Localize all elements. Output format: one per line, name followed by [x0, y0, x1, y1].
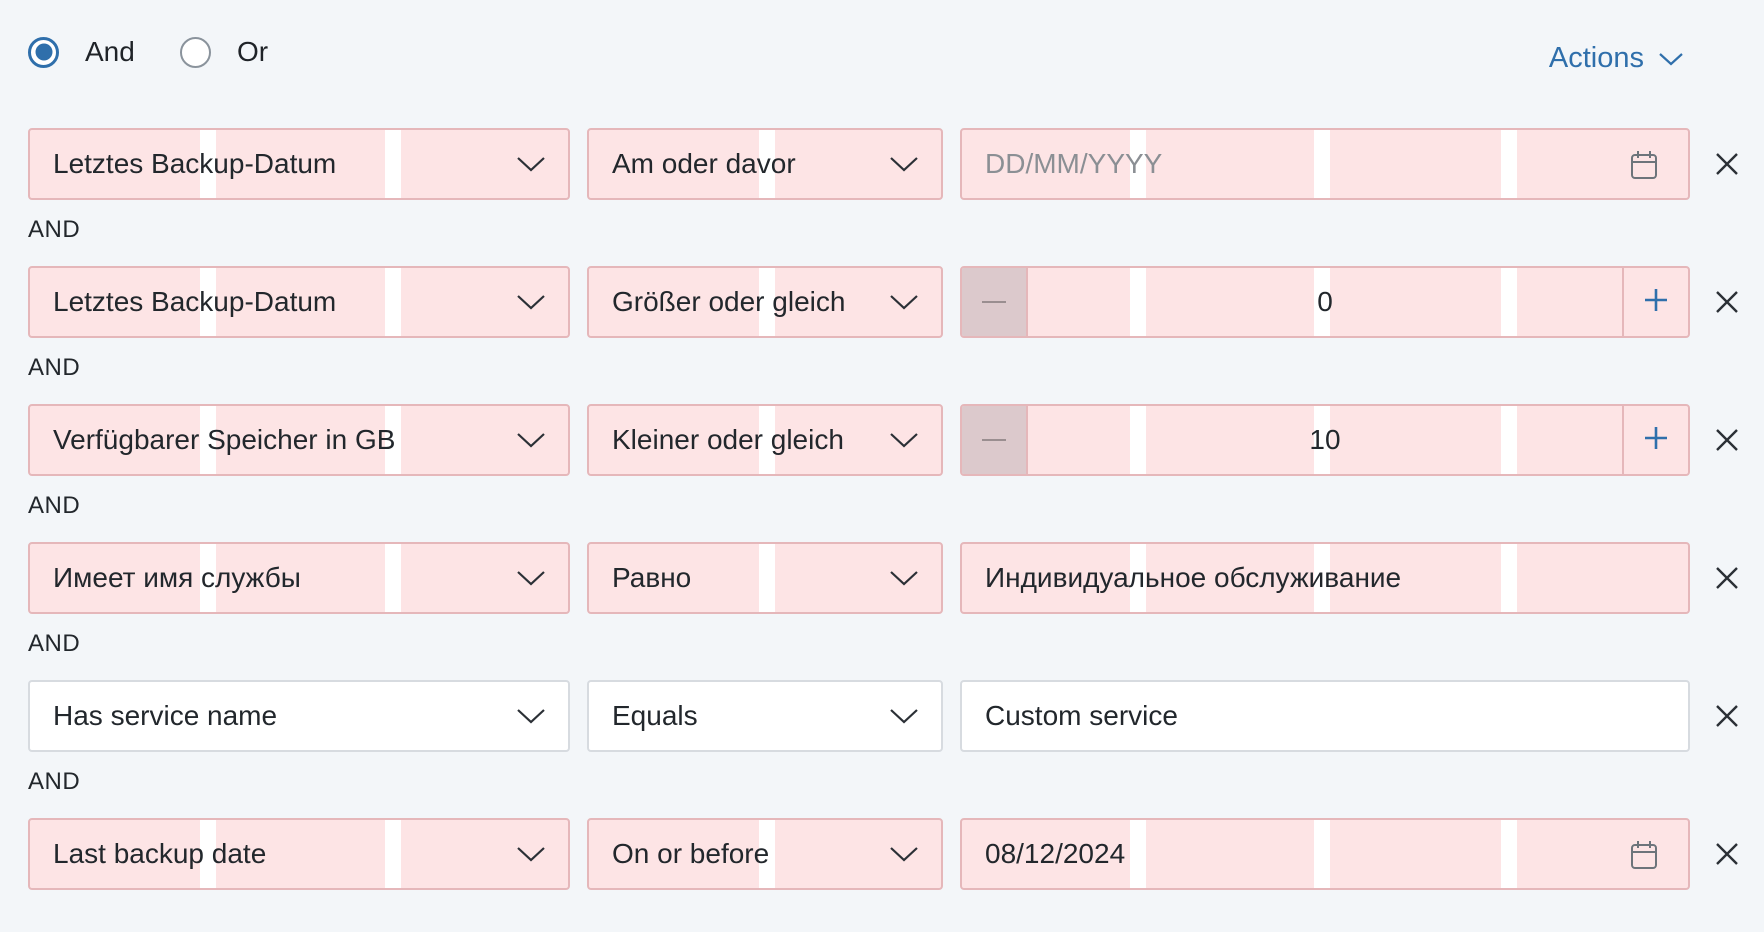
field-select-value: Verfügbarer Speicher in GB: [53, 424, 396, 455]
operator-select[interactable]: Kleiner oder gleich: [587, 404, 943, 476]
number-value[interactable]: 0: [1026, 268, 1624, 336]
field-select-value: Last backup date: [53, 838, 267, 869]
text-value-input[interactable]: Индивидуальное обслуживание: [960, 542, 1690, 614]
operator-select[interactable]: Größer oder gleich: [587, 266, 943, 338]
filter-row: Letztes Backup-Datum Größer oder gleich 0: [28, 266, 1748, 338]
chevron-down-icon: [516, 845, 546, 868]
actions-button[interactable]: Actions: [1549, 42, 1684, 75]
and-connector-label: AND: [28, 492, 81, 519]
actions-label: Actions: [1548, 42, 1644, 74]
plus-icon: [1643, 287, 1669, 318]
chevron-down-icon: [889, 431, 919, 454]
field-select-value: Letztes Backup-Datum: [53, 286, 337, 317]
chevron-down-icon: [889, 155, 919, 178]
radio-or-label: Or: [237, 36, 269, 67]
remove-row-close-icon[interactable]: [1713, 150, 1741, 178]
field-select[interactable]: Verfügbarer Speicher in GB: [28, 404, 570, 476]
and-connector-label: AND: [28, 216, 81, 243]
operator-select[interactable]: Равно: [587, 542, 943, 614]
date-input[interactable]: DD/MM/YYYY: [960, 128, 1690, 200]
chevron-down-icon: [1659, 52, 1683, 65]
field-select-value: Has service name: [53, 700, 278, 731]
increment-button[interactable]: [1622, 268, 1688, 336]
radio-and-circle[interactable]: [28, 36, 59, 68]
text-value: Индивидуальное обслуживание: [985, 562, 1402, 593]
and-connector-label: AND: [28, 354, 81, 381]
number-stepper[interactable]: 0: [960, 266, 1690, 338]
and-connector-label: AND: [28, 630, 81, 657]
field-select[interactable]: Letztes Backup-Datum: [28, 128, 570, 200]
calendar-icon[interactable]: [1630, 840, 1658, 875]
increment-button[interactable]: [1622, 406, 1688, 474]
chevron-down-icon: [516, 569, 546, 592]
chevron-down-icon: [889, 293, 919, 316]
number-value[interactable]: 10: [1026, 406, 1624, 474]
field-select-value: Имеет имя службы: [53, 562, 301, 593]
operator-select[interactable]: Equals: [587, 680, 943, 752]
plus-icon: [1643, 425, 1669, 456]
decrement-button[interactable]: [962, 406, 1028, 474]
calendar-icon[interactable]: [1630, 150, 1658, 185]
field-select-value: Letztes Backup-Datum: [53, 148, 337, 179]
chevron-down-icon: [516, 431, 546, 454]
operator-select-value: Am oder davor: [612, 148, 796, 179]
operator-select-value: Kleiner oder gleich: [612, 424, 844, 455]
radio-or-circle[interactable]: [180, 36, 211, 68]
text-value-input[interactable]: Custom service: [960, 680, 1690, 752]
logic-toolbar: And Or Actions: [0, 0, 1764, 110]
minus-icon: [982, 439, 1006, 441]
radio-and-label: And: [85, 36, 135, 67]
minus-icon: [982, 301, 1006, 303]
and-connector-label: AND: [28, 768, 81, 795]
filter-row: Last backup date On or before 08/12/2024: [28, 818, 1748, 890]
date-input[interactable]: 08/12/2024: [960, 818, 1690, 890]
field-select[interactable]: Has service name: [28, 680, 570, 752]
filter-row: Verfügbarer Speicher in GB Kleiner oder g…: [28, 404, 1748, 476]
chevron-down-icon: [516, 155, 546, 178]
chevron-down-icon: [889, 707, 919, 730]
remove-row-close-icon[interactable]: [1713, 840, 1741, 868]
operator-select-value: On or before: [612, 838, 770, 869]
filter-row: Letztes Backup-Datum Am oder davor DD/MM/Y…: [28, 128, 1748, 200]
operator-select-value: Equals: [612, 700, 698, 731]
operator-select-value: Равно: [612, 562, 692, 593]
chevron-down-icon: [889, 845, 919, 868]
field-select[interactable]: Letztes Backup-Datum: [28, 266, 570, 338]
radio-and[interactable]: And: [28, 34, 135, 70]
filter-row: Имеет имя службы Равно Индивидуальное обсл…: [28, 542, 1748, 614]
radio-or[interactable]: Or: [180, 34, 268, 70]
operator-select-value: Größer oder gleich: [612, 286, 846, 317]
decrement-button[interactable]: [962, 268, 1028, 336]
operator-select[interactable]: Am oder davor: [587, 128, 943, 200]
date-value: DD/MM/YYYY: [985, 148, 1163, 179]
remove-row-close-icon[interactable]: [1713, 564, 1741, 592]
text-value: Custom service: [985, 700, 1178, 731]
field-select[interactable]: Last backup date: [28, 818, 570, 890]
chevron-down-icon: [516, 293, 546, 316]
chevron-down-icon: [889, 569, 919, 592]
remove-row-close-icon[interactable]: [1713, 426, 1741, 454]
remove-row-close-icon[interactable]: [1713, 288, 1741, 316]
remove-row-close-icon[interactable]: [1713, 702, 1741, 730]
date-value: 08/12/2024: [985, 838, 1126, 869]
number-stepper[interactable]: 10: [960, 404, 1690, 476]
operator-select[interactable]: On or before: [587, 818, 943, 890]
filter-row: Has service name Equals Custom service: [28, 680, 1748, 752]
field-select[interactable]: Имеет имя службы: [28, 542, 570, 614]
chevron-down-icon: [516, 707, 546, 730]
